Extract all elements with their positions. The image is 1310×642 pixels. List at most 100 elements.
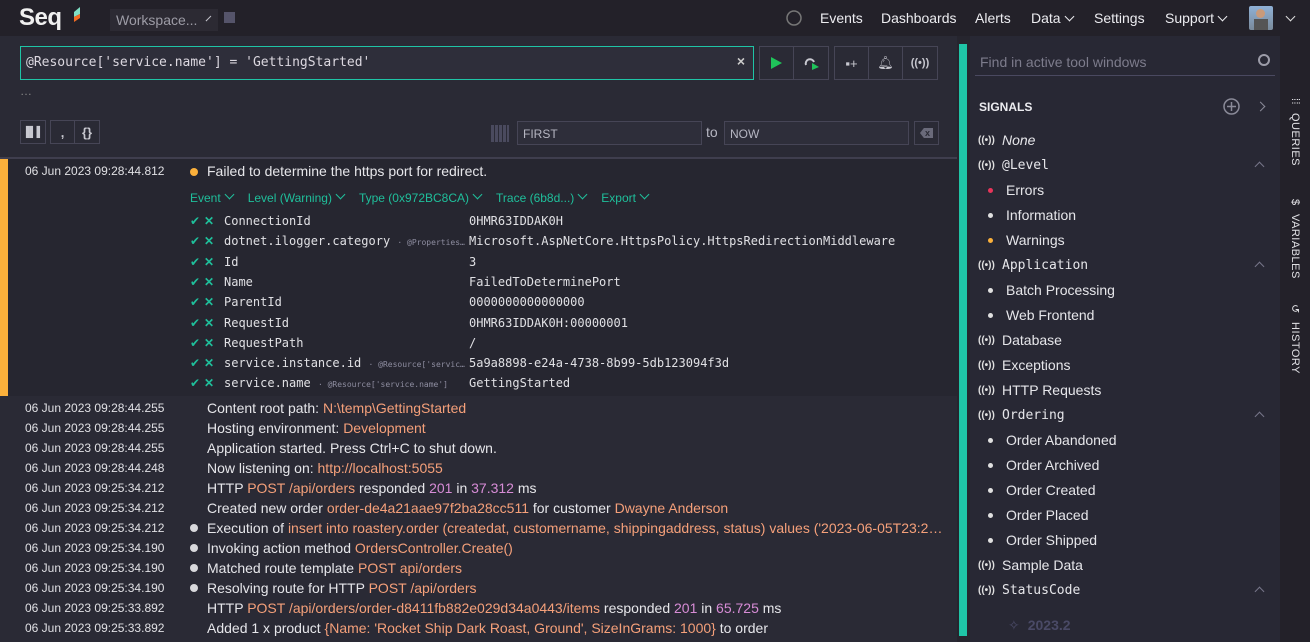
check-icon[interactable]: ✔ <box>190 295 204 309</box>
check-icon[interactable]: ✔ <box>190 234 204 248</box>
signal-item[interactable]: Information <box>988 205 1076 225</box>
event-row[interactable]: 06 Jun 2023 09:25:34.190 Resolving route … <box>0 578 957 598</box>
signal-item[interactable]: Batch Processing <box>988 280 1115 300</box>
save-icon[interactable] <box>224 12 235 23</box>
search-icon[interactable] <box>1258 54 1270 66</box>
event-action-0[interactable]: Event <box>190 189 236 205</box>
signal-item[interactable]: Order Abandoned <box>988 430 1117 450</box>
chevron-up-icon[interactable] <box>1254 261 1265 272</box>
exclude-icon[interactable]: ✕ <box>204 295 224 309</box>
query-ellipsis[interactable]: … <box>20 84 32 98</box>
signal-item[interactable]: Order Shipped <box>988 530 1097 550</box>
signal-none[interactable]: ((•)) None <box>978 130 1035 150</box>
event-action-2[interactable]: Type (0x972BC8CA) <box>359 189 484 205</box>
chevron-right-icon[interactable] <box>1255 101 1266 112</box>
event-message: Invoking action method OrdersController.… <box>207 540 513 556</box>
nav-settings[interactable]: Settings <box>1094 0 1145 36</box>
event-row[interactable]: 06 Jun 2023 09:28:44.255 Content root pat… <box>0 398 957 418</box>
event-row[interactable]: 06 Jun 2023 09:28:44.255 Application star… <box>0 438 957 458</box>
signal-item[interactable]: Warnings <box>988 230 1065 250</box>
signal-item[interactable]: Order Archived <box>988 455 1099 475</box>
event-message: Failed to determine the https port for r… <box>207 163 488 179</box>
exclude-icon[interactable]: ✕ <box>204 376 224 390</box>
from-date-input[interactable]: FIRST <box>517 121 702 145</box>
calendar-icon[interactable] <box>491 125 509 142</box>
signal-ordering[interactable]: ((•)) Ordering <box>978 405 1065 425</box>
event-row[interactable]: 06 Jun 2023 09:25:34.212 Execution of ins… <box>0 518 957 538</box>
check-icon[interactable]: ✔ <box>190 376 204 390</box>
clear-range-button[interactable]: x <box>914 121 939 145</box>
chart-button[interactable]: ▐▌▌ <box>21 121 45 143</box>
csv-view-button[interactable]: , <box>51 121 75 143</box>
dashboard-add-icon: ▪+ <box>845 55 858 71</box>
exclude-icon[interactable]: ✕ <box>204 356 224 370</box>
close-icon[interactable]: × <box>737 53 745 69</box>
signal-sample-data[interactable]: ((•)) Sample Data <box>978 555 1083 575</box>
expanded-event[interactable]: 06 Jun 2023 09:28:44.812 Failed to deter… <box>0 159 957 396</box>
nav-data[interactable]: Data <box>1031 0 1076 36</box>
auto-refresh-button[interactable] <box>794 47 828 79</box>
check-icon[interactable]: ✔ <box>190 356 204 370</box>
seq-logo[interactable]: Seq <box>19 4 62 32</box>
user-menu-chevron[interactable] <box>1282 0 1297 36</box>
chevron-down-icon <box>335 189 346 200</box>
event-action-3[interactable]: Trace (6b8d...) <box>496 189 589 205</box>
nav-dashboards[interactable]: Dashboards <box>881 0 957 36</box>
exclude-icon[interactable]: ✕ <box>204 234 224 248</box>
find-tool-windows-input[interactable]: Find in active tool windows <box>980 54 1147 70</box>
nav-alerts[interactable]: Alerts <box>975 0 1011 36</box>
tab-variables[interactable]: $ VARIABLES <box>1280 199 1310 278</box>
exclude-icon[interactable]: ✕ <box>204 336 224 350</box>
exclude-icon[interactable]: ✕ <box>204 255 224 269</box>
add-alert-button[interactable]: 🔔︎ <box>869 47 903 79</box>
signal-application[interactable]: ((•)) Application <box>978 255 1088 275</box>
event-row[interactable]: 06 Jun 2023 09:25:33.892 Added 1 x produc… <box>0 618 957 638</box>
bullet-icon <box>988 187 993 193</box>
event-row[interactable]: 06 Jun 2023 09:25:34.190 Matched route te… <box>0 558 957 578</box>
signal-exceptions[interactable]: ((•)) Exceptions <box>978 355 1070 375</box>
signal-item[interactable]: Order Created <box>988 480 1095 500</box>
exclude-icon[interactable]: ✕ <box>204 316 224 330</box>
exclude-icon[interactable]: ✕ <box>204 214 224 228</box>
event-action-1[interactable]: Level (Warning) <box>248 189 347 205</box>
event-row[interactable]: 06 Jun 2023 09:28:44.248 Now listening on… <box>0 458 957 478</box>
signal-level[interactable]: ((•)) @Level <box>978 155 1049 175</box>
signal-item[interactable]: Web Frontend <box>988 305 1094 325</box>
property-row: ✔ ✕ Id 3 <box>190 252 476 272</box>
add-signal-icon[interactable] <box>1223 98 1240 115</box>
json-view-button[interactable]: {} <box>75 121 99 143</box>
check-icon[interactable]: ✔ <box>190 214 204 228</box>
theme-toggle[interactable] <box>786 0 802 36</box>
check-icon[interactable]: ✔ <box>190 336 204 350</box>
signal-database[interactable]: ((•)) Database <box>978 330 1062 350</box>
chevron-up-icon[interactable] <box>1254 411 1265 422</box>
add-signal-button[interactable]: ((•)) <box>903 47 937 79</box>
chevron-up-icon[interactable] <box>1254 161 1265 172</box>
signal-statuscode[interactable]: ((•)) StatusCode <box>978 580 1080 600</box>
bullet-icon <box>988 537 993 543</box>
nav-events[interactable]: Events <box>820 0 863 36</box>
event-row[interactable]: 06 Jun 2023 09:28:44.255 Hosting environm… <box>0 418 957 438</box>
add-to-dashboard-button[interactable]: ▪+ <box>835 47 869 79</box>
query-input[interactable]: @Resource['service.name'] = 'GettingStar… <box>20 46 754 80</box>
check-icon[interactable]: ✔ <box>190 255 204 269</box>
exclude-icon[interactable]: ✕ <box>204 275 224 289</box>
event-row[interactable]: 06 Jun 2023 09:25:34.212 HTTP POST /api/o… <box>0 478 957 498</box>
signal-item[interactable]: Errors <box>988 180 1044 200</box>
avatar[interactable] <box>1249 6 1273 30</box>
event-row[interactable]: 06 Jun 2023 09:25:34.212 Created new orde… <box>0 498 957 518</box>
check-icon[interactable]: ✔ <box>190 316 204 330</box>
check-icon[interactable]: ✔ <box>190 275 204 289</box>
event-row[interactable]: 06 Jun 2023 09:25:34.190 Invoking action … <box>0 538 957 558</box>
workspace-dropdown[interactable]: Workspace... <box>110 9 218 31</box>
to-date-input[interactable]: NOW <box>724 121 909 145</box>
signal-http-requests[interactable]: ((•)) HTTP Requests <box>978 380 1101 400</box>
event-row[interactable]: 06 Jun 2023 09:25:33.892 HTTP POST /api/o… <box>0 598 957 618</box>
signal-item[interactable]: Order Placed <box>988 505 1088 525</box>
nav-support[interactable]: Support <box>1165 0 1229 36</box>
event-action-4[interactable]: Export <box>601 189 651 205</box>
tab-queries[interactable]: ⁞⁞ QUERIES <box>1280 98 1310 166</box>
chevron-up-icon[interactable] <box>1254 586 1265 597</box>
tab-history[interactable]: ↺ HISTORY <box>1280 304 1310 374</box>
run-query-button[interactable] <box>760 47 794 79</box>
